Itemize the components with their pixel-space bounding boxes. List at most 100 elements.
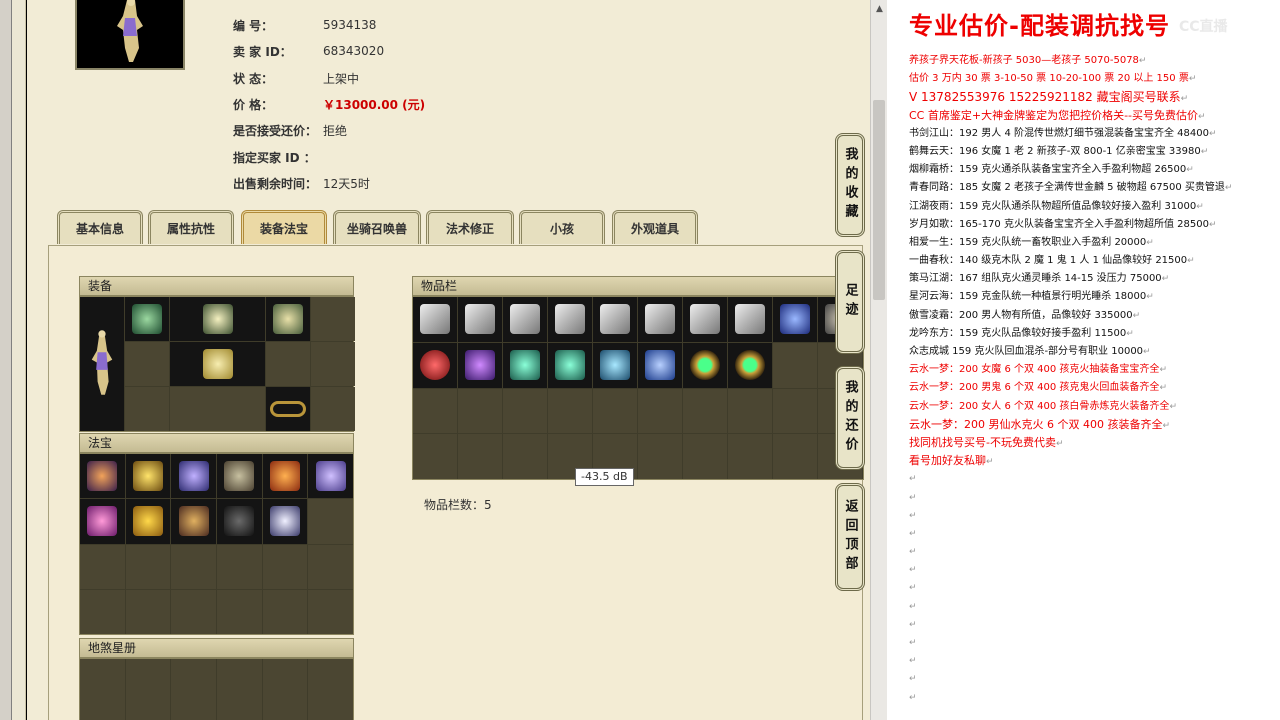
paragraph-mark: ↵ [1196, 201, 1204, 212]
inventory-slot[interactable] [593, 342, 637, 388]
xingce-slot[interactable] [262, 659, 308, 720]
inventory-slot[interactable] [458, 297, 502, 342]
volume-tooltip: -43.5 dB [575, 468, 634, 486]
scroll-thumb[interactable] [873, 100, 885, 300]
fabao-slot-empty[interactable] [171, 544, 216, 589]
xingce-slot[interactable] [80, 659, 125, 720]
inventory-slot-empty[interactable] [773, 342, 817, 388]
paragraph-mark: ↵ [909, 510, 917, 521]
fabao-slot[interactable] [217, 454, 262, 499]
inventory-slot[interactable] [503, 342, 547, 388]
inventory-slot-empty[interactable] [413, 388, 457, 434]
fabao-slot-empty[interactable] [262, 544, 308, 589]
inventory-slot[interactable] [638, 297, 682, 342]
fabao-slot[interactable] [125, 454, 171, 499]
inventory-slot[interactable] [638, 342, 682, 388]
fabao-slot[interactable] [80, 499, 125, 544]
fabao-slot[interactable] [262, 499, 308, 544]
fabao-slot-empty[interactable] [80, 589, 125, 634]
note-line: 养孩子界天花板-新孩子 5030—老孩子 5070-5078↵ [909, 52, 1277, 70]
equip-slot-belt[interactable] [266, 387, 310, 431]
inventory-slot-empty[interactable] [683, 388, 727, 434]
xingce-slot[interactable] [125, 659, 171, 720]
note-line: 看号加好友私聊↵ [909, 452, 1277, 470]
inventory-slot[interactable] [728, 297, 772, 342]
tab-item[interactable]: 外观道具 [612, 210, 698, 244]
fabao-slot[interactable] [80, 454, 125, 499]
inventory-slot[interactable] [413, 297, 457, 342]
fabao-slot-empty[interactable] [308, 544, 353, 589]
inventory-slot-empty[interactable] [548, 388, 592, 434]
inventory-slot-empty[interactable] [503, 434, 547, 479]
equip-slot-empty[interactable] [311, 342, 355, 386]
inventory-slot-empty[interactable] [728, 388, 772, 434]
fabao-slot-empty[interactable] [308, 499, 353, 544]
tab-item[interactable]: 坐骑召唤兽 [333, 210, 421, 244]
inventory-slot-empty[interactable] [413, 434, 457, 479]
inventory-slot-empty[interactable] [458, 434, 502, 479]
equip-slot-necklace[interactable] [170, 297, 265, 341]
inventory-slot[interactable] [548, 297, 592, 342]
fabao-slot[interactable] [217, 499, 262, 544]
tab-item[interactable]: 基本信息 [57, 210, 143, 244]
fabao-slot[interactable] [171, 499, 216, 544]
inventory-slot-empty[interactable] [683, 434, 727, 479]
tab-item[interactable]: 小孩 [519, 210, 605, 244]
equip-slot-helmet[interactable] [125, 297, 169, 341]
scroll-up-arrow-icon[interactable]: ▲ [871, 0, 888, 17]
page-scrollbar[interactable]: ▲ [870, 0, 887, 720]
xingce-slot[interactable] [308, 659, 353, 720]
fabao-slot[interactable] [125, 499, 171, 544]
fabao-slot-empty[interactable] [217, 544, 262, 589]
tab-item[interactable]: 属性抗性 [148, 210, 234, 244]
inventory-slot[interactable] [458, 342, 502, 388]
paragraph-mark: ↵ [1146, 292, 1154, 303]
note-line-text: 书剑江山：192 男人 4 阶混传世燃灯细节强混装备宝宝齐全 48400 [909, 127, 1209, 139]
fabao-slot[interactable] [308, 454, 353, 499]
fabao-slot-empty[interactable] [308, 589, 353, 634]
xingce-slot[interactable] [171, 659, 216, 720]
tab-item[interactable]: 装备法宝 [241, 210, 327, 244]
inventory-slot-empty[interactable] [503, 388, 547, 434]
inventory-slot[interactable] [728, 342, 772, 388]
inventory-slot-empty[interactable] [458, 388, 502, 434]
equip-slot-empty[interactable] [125, 342, 169, 386]
inventory-slot-empty[interactable] [773, 388, 817, 434]
inventory-slot-empty[interactable] [593, 388, 637, 434]
equip-slot-armor[interactable] [170, 342, 265, 386]
fabao-slot[interactable] [262, 454, 308, 499]
paragraph-mark: ↵ [1224, 183, 1233, 194]
xingce-slot[interactable] [217, 659, 262, 720]
my-favorites-button[interactable]: 我的收藏 [835, 133, 865, 237]
equip-slot-empty[interactable] [170, 387, 265, 431]
equip-slot-empty[interactable] [266, 342, 310, 386]
tab-item[interactable]: 法术修正 [426, 210, 514, 244]
back-to-top-button[interactable]: 返回顶部 [835, 483, 865, 591]
inventory-slot-empty[interactable] [638, 434, 682, 479]
inventory-slot[interactable] [683, 342, 727, 388]
my-counteroffer-button[interactable]: 我的还价 [835, 366, 865, 470]
inventory-slot[interactable] [593, 297, 637, 342]
equip-slot-weapon[interactable] [266, 297, 310, 341]
equip-slot-empty[interactable] [311, 297, 355, 341]
inventory-slot[interactable] [503, 297, 547, 342]
equip-slot-empty[interactable] [311, 387, 355, 431]
inventory-slot-empty[interactable] [728, 434, 772, 479]
fabao-slot-empty[interactable] [80, 544, 125, 589]
inventory-slot[interactable] [413, 342, 457, 388]
red-orb-icon [420, 350, 450, 381]
inventory-slot-empty[interactable] [638, 388, 682, 434]
inventory-slot[interactable] [683, 297, 727, 342]
fabao-slot-empty[interactable] [125, 544, 171, 589]
footprint-button[interactable]: 足迹 [835, 250, 865, 354]
inventory-slot[interactable] [548, 342, 592, 388]
inventory-slot-empty[interactable] [773, 434, 817, 479]
inventory-slot[interactable] [773, 297, 817, 342]
fabao-slot-empty[interactable] [125, 589, 171, 634]
fabao-slot[interactable] [171, 454, 216, 499]
fabao-slot-empty[interactable] [171, 589, 216, 634]
paragraph-mark: ↵ [909, 619, 917, 630]
equip-slot-empty[interactable] [125, 387, 169, 431]
fabao-slot-empty[interactable] [217, 589, 262, 634]
fabao-slot-empty[interactable] [262, 589, 308, 634]
